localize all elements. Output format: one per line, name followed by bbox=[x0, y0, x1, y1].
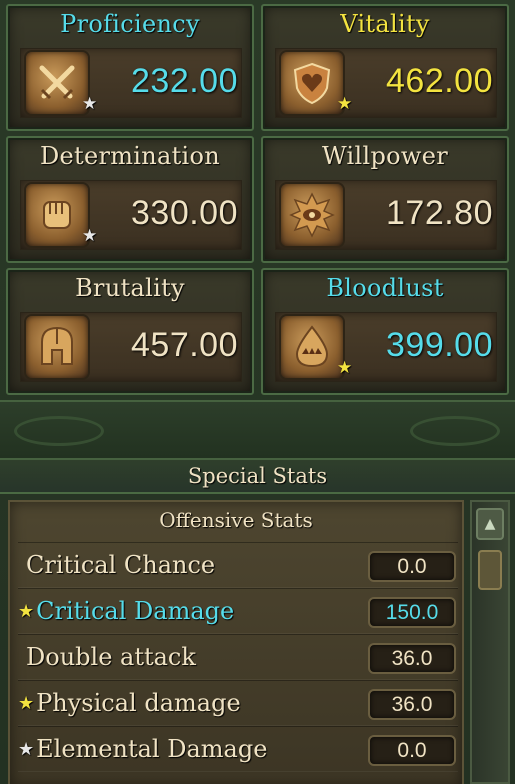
attribute-name: Willpower bbox=[321, 142, 448, 170]
attribute-value: 399.00 bbox=[386, 326, 493, 364]
scroll-thumb[interactable] bbox=[478, 550, 502, 590]
stat-label: Critical Chance bbox=[26, 551, 215, 579]
stat-row-elemental-damage[interactable]: ★Elemental Damage 0.0 bbox=[18, 726, 458, 772]
helmet-icon bbox=[26, 316, 88, 378]
stat-row-physical-damage[interactable]: ★Physical damage 36.0 bbox=[18, 680, 458, 726]
stat-label-text: Elemental Damage bbox=[36, 735, 268, 763]
section-title: Offensive Stats bbox=[159, 508, 313, 532]
character-stats-window: Proficiency ★ 232.00 Vitality ★ 462.00 D… bbox=[0, 0, 515, 784]
attribute-name: Vitality bbox=[340, 10, 430, 38]
eye-burst-icon bbox=[281, 184, 343, 246]
stat-label-text: Double attack bbox=[26, 643, 196, 671]
stat-label: ★Critical Damage bbox=[18, 597, 234, 625]
attribute-card-willpower[interactable]: Willpower 172.80 bbox=[261, 136, 509, 263]
offensive-stats-panel: Offensive Stats Critical Chance 0.0 ★Cri… bbox=[8, 500, 464, 784]
star-icon: ★ bbox=[337, 94, 353, 114]
stat-row-critical-damage[interactable]: ★Critical Damage 150.0 bbox=[18, 588, 458, 634]
stat-label-text: Critical Chance bbox=[26, 551, 216, 579]
fist-icon bbox=[26, 184, 88, 246]
attribute-value: 457.00 bbox=[131, 326, 238, 364]
stat-row-double-attack[interactable]: Double attack 36.0 bbox=[18, 634, 458, 680]
attribute-card-brutality[interactable]: Brutality 457.00 bbox=[6, 268, 254, 395]
stat-label: ★Physical damage bbox=[18, 689, 241, 717]
star-icon: ★ bbox=[18, 693, 35, 714]
stat-value: 36.0 bbox=[368, 689, 456, 720]
swirl-ornament-icon bbox=[410, 416, 500, 446]
stat-label-text: Physical damage bbox=[36, 689, 241, 717]
scroll-up-icon[interactable]: ▲ bbox=[476, 508, 504, 540]
stat-value: 0.0 bbox=[368, 551, 456, 582]
stat-label-text: Critical Damage bbox=[36, 597, 235, 625]
star-icon: ★ bbox=[337, 358, 353, 378]
attribute-value: 330.00 bbox=[131, 194, 238, 232]
star-icon: ★ bbox=[82, 226, 98, 246]
attribute-value: 172.80 bbox=[386, 194, 493, 232]
crossed-swords-icon bbox=[26, 52, 88, 114]
attribute-name: Brutality bbox=[75, 274, 185, 302]
attribute-card-bloodlust[interactable]: Bloodlust ★ 399.00 bbox=[261, 268, 509, 395]
stat-row-critical-chance[interactable]: Critical Chance 0.0 bbox=[18, 542, 458, 588]
ornamental-divider bbox=[0, 400, 515, 460]
stats-scrollbar[interactable]: ▲ bbox=[470, 500, 510, 784]
stat-label: ★Elemental Damage bbox=[18, 735, 267, 763]
attribute-card-vitality[interactable]: Vitality ★ 462.00 bbox=[261, 4, 509, 131]
stat-value: 150.0 bbox=[368, 597, 456, 628]
swirl-ornament-icon bbox=[14, 416, 104, 446]
stat-value: 36.0 bbox=[368, 643, 456, 674]
star-icon: ★ bbox=[82, 94, 98, 114]
attribute-name: Bloodlust bbox=[326, 274, 444, 302]
attribute-name: Determination bbox=[39, 142, 221, 170]
attribute-card-proficiency[interactable]: Proficiency ★ 232.00 bbox=[6, 4, 254, 131]
fang-drop-icon bbox=[281, 316, 343, 378]
stat-label: Double attack bbox=[26, 643, 196, 671]
attribute-card-determination[interactable]: Determination ★ 330.00 bbox=[6, 136, 254, 263]
attribute-name: Proficiency bbox=[60, 10, 200, 38]
heart-shield-icon bbox=[281, 52, 343, 114]
star-icon: ★ bbox=[18, 739, 35, 760]
stat-value: 0.0 bbox=[368, 735, 456, 766]
attribute-value: 232.00 bbox=[131, 62, 238, 100]
star-icon: ★ bbox=[18, 601, 35, 622]
attribute-value: 462.00 bbox=[386, 62, 493, 100]
special-stats-header: Special Stats bbox=[0, 460, 515, 494]
